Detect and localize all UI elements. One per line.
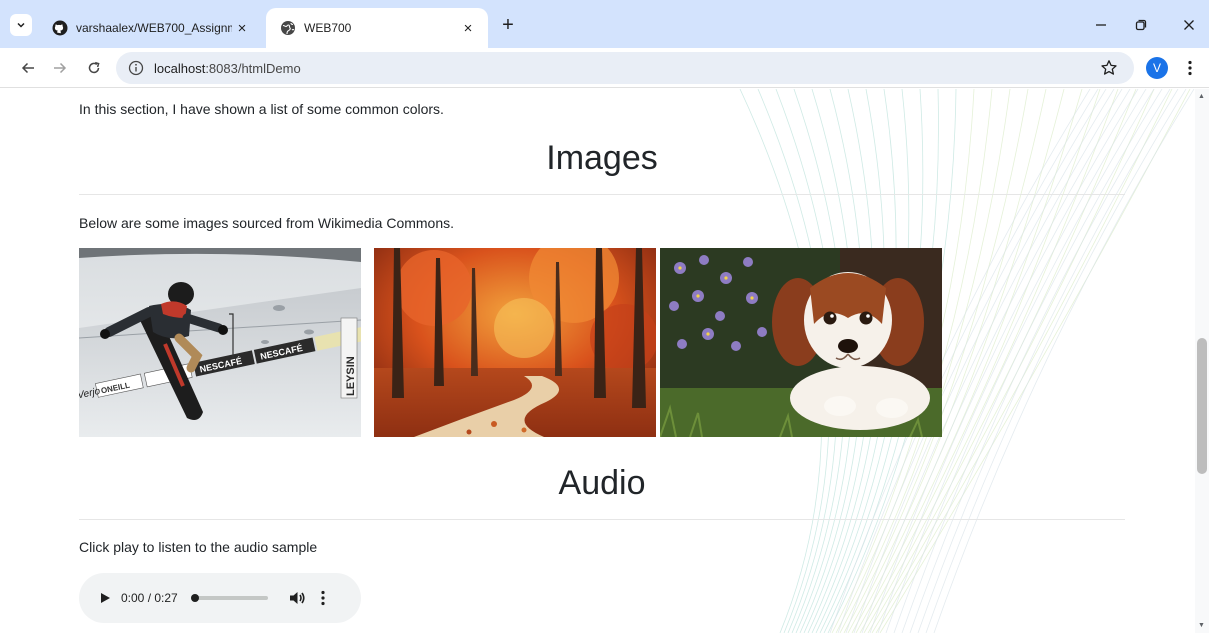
audio-seek-bar[interactable] [190, 594, 268, 602]
back-button[interactable] [16, 56, 40, 80]
page-viewport: In this section, I have shown a list of … [0, 89, 1209, 633]
close-icon [1184, 20, 1194, 30]
url-host: localhost [154, 60, 206, 76]
tab-search-button[interactable] [10, 14, 32, 36]
new-tab-button[interactable]: + [496, 14, 520, 38]
play-icon[interactable] [99, 592, 111, 604]
forward-button[interactable] [48, 56, 72, 80]
audio-player: 0:00 / 0:27 [79, 573, 361, 623]
scroll-up-arrow-icon[interactable]: ▲ [1198, 93, 1205, 100]
close-tab-icon[interactable]: × [458, 18, 478, 38]
audio-seek-handle[interactable] [190, 594, 199, 602]
images-heading: Images [546, 139, 658, 177]
minimize-button[interactable] [1086, 12, 1116, 38]
url-path: :8083/htmlDemo [205, 60, 301, 76]
close-window-button[interactable] [1174, 12, 1204, 38]
minimize-icon [1096, 24, 1106, 26]
banner-leysin-text: LEYSIN [345, 356, 357, 396]
autumn-forest-image [374, 248, 656, 437]
info-icon[interactable] [128, 60, 144, 76]
audio-time: 0:00 / 0:27 [121, 591, 178, 605]
audio-section-text: Click play to listen to the audio sample [79, 539, 318, 555]
github-icon [52, 20, 68, 36]
address-bar[interactable]: localhost:8083/htmlDemo [116, 52, 1134, 84]
reload-button[interactable] [82, 56, 106, 80]
globe-icon [281, 21, 295, 35]
close-tab-icon[interactable]: × [232, 18, 252, 38]
arrow-right-icon [54, 62, 67, 74]
browser-toolbar: localhost:8083/htmlDemo V [0, 48, 1209, 88]
bookmark-star-icon[interactable] [1100, 59, 1118, 77]
divider [79, 194, 1125, 195]
tab-github[interactable]: varshaalex/WEB700_Assignmen × [40, 8, 262, 48]
puppy-image [660, 248, 942, 437]
images-section-text: Below are some images sourced from Wikim… [79, 215, 455, 231]
colors-section-text: In this section, I have shown a list of … [79, 101, 444, 117]
restore-button[interactable] [1126, 12, 1156, 38]
tab-title: WEB700 [304, 21, 352, 35]
more-options-icon[interactable] [320, 590, 326, 606]
divider [79, 519, 1125, 520]
url-text: localhost:8083/htmlDemo [154, 61, 301, 76]
browser-menu-button[interactable] [1180, 56, 1200, 80]
page-scrollbar[interactable]: ▲ ▼ [1195, 89, 1209, 633]
volume-icon[interactable] [288, 589, 306, 607]
profile-avatar[interactable]: V [1146, 57, 1168, 79]
tab-title: varshaalex/WEB700_Assignmen [76, 21, 232, 35]
snowboarder-image: NESCAFÉ NESCAFÉ ONEILL Verjo LEYSIN [79, 248, 361, 437]
reload-icon [88, 61, 100, 74]
tab-strip: varshaalex/WEB700_Assignmen × WEB700 × + [0, 0, 1209, 48]
scrollbar-thumb[interactable] [1197, 338, 1207, 475]
tab-web700[interactable]: WEB700 × [266, 8, 488, 48]
more-vert-icon [1188, 60, 1192, 76]
chevron-down-icon [17, 22, 25, 28]
restore-icon [1135, 19, 1147, 31]
arrow-left-icon [21, 62, 34, 74]
scroll-down-arrow-icon[interactable]: ▼ [1198, 622, 1205, 629]
audio-heading: Audio [558, 464, 646, 502]
